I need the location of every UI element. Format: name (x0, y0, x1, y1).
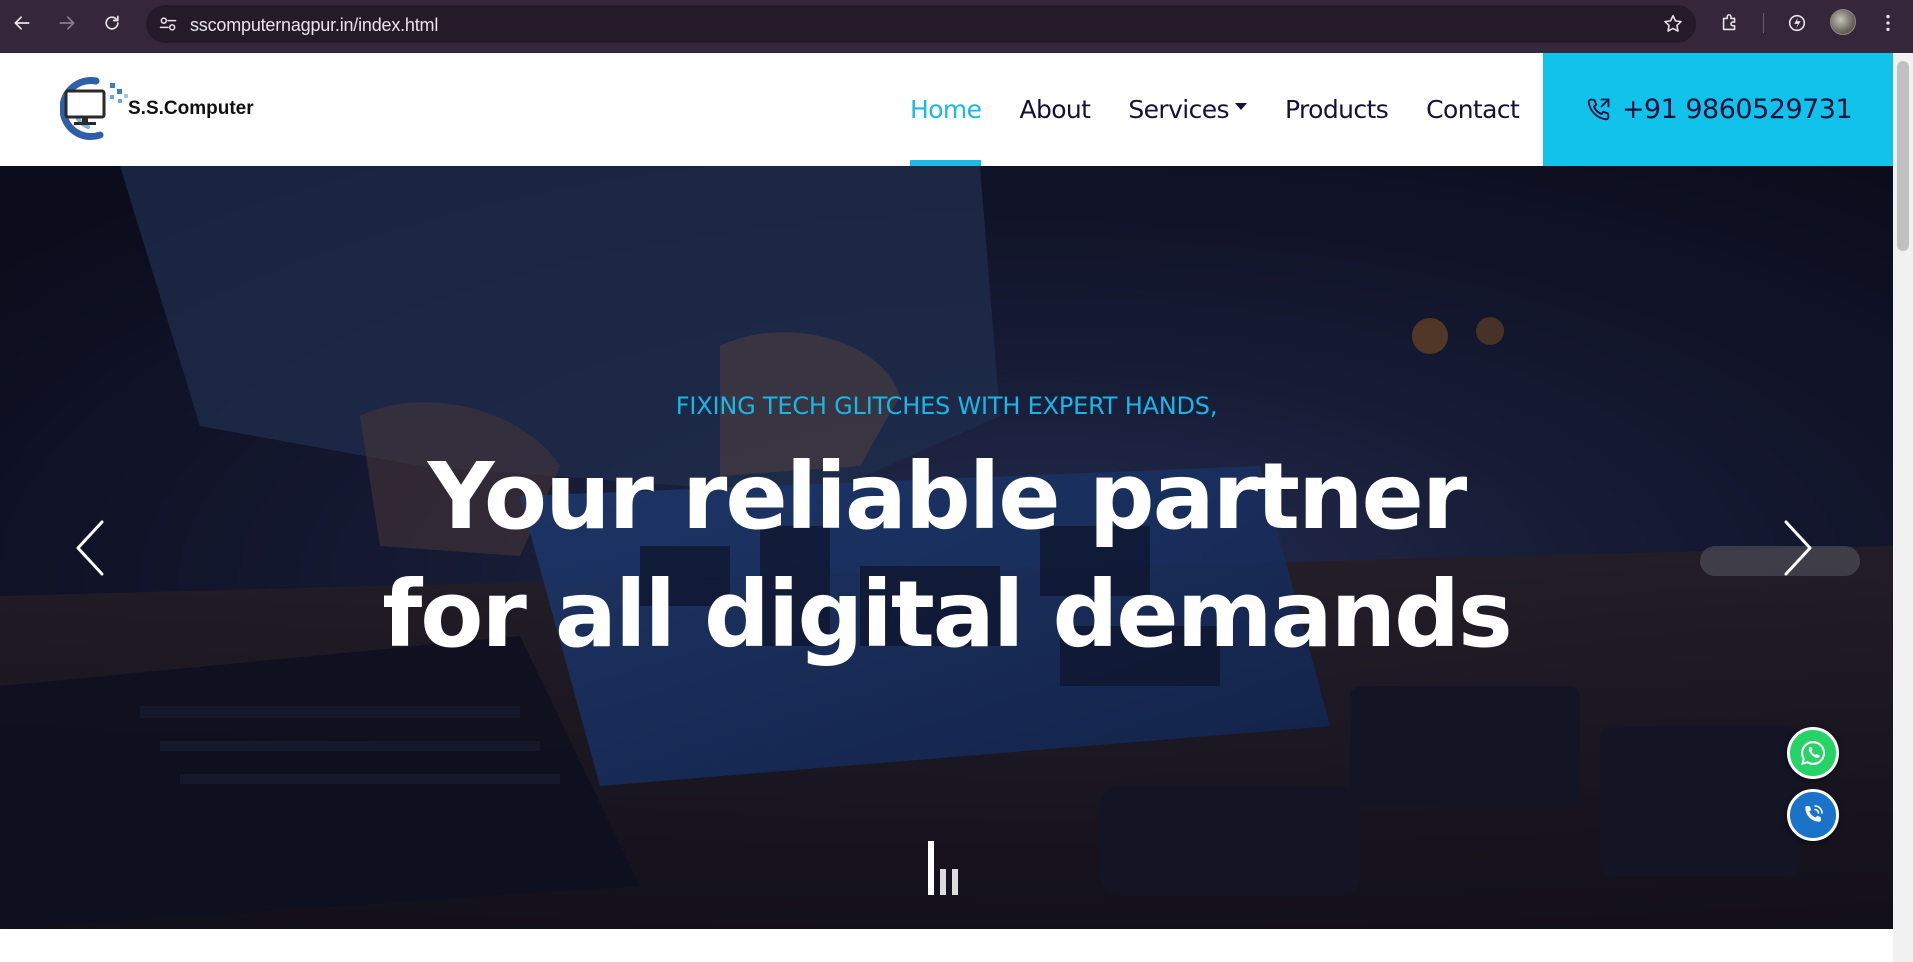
toolbar-divider (1763, 13, 1764, 33)
menu-kebab-icon[interactable] (1876, 11, 1900, 35)
scroll-indicator-icon (928, 841, 958, 895)
header-phone-number: +91 9860529731 (1621, 94, 1853, 125)
extensions-icon[interactable] (1718, 11, 1742, 35)
chevron-right-icon (1784, 520, 1812, 576)
site-header: S.S.Computer Home About Services Product… (0, 53, 1893, 166)
hero-headline-line2: for all digital demands (382, 561, 1513, 668)
nav-home[interactable]: Home (910, 53, 982, 166)
phone-icon (1805, 805, 1823, 822)
hero-headline: Your reliable partner for all digital de… (0, 438, 1893, 674)
header-phone-button[interactable]: +91 9860529731 (1543, 53, 1893, 166)
profile-avatar[interactable] (1830, 9, 1856, 35)
phone-call-icon (1587, 98, 1610, 120)
nav-products-label: Products (1284, 95, 1389, 124)
nav-about-label: About (1019, 95, 1091, 124)
nav-services-label: Services (1128, 95, 1229, 124)
page-scrollbar[interactable] (1893, 53, 1913, 962)
carousel-next-button[interactable] (1776, 516, 1820, 580)
chevron-left-icon (76, 520, 104, 576)
nav-products[interactable]: Products (1284, 53, 1389, 166)
chevron-down-icon (1234, 103, 1247, 110)
hero-headline-line1: Your reliable partner (427, 443, 1468, 550)
reload-icon[interactable] (98, 9, 126, 37)
browser-toolbar: sscomputernagpur.in/index.html (0, 0, 1913, 53)
bookmark-star-icon[interactable] (1662, 13, 1684, 35)
address-bar[interactable]: sscomputernagpur.in/index.html (146, 5, 1696, 43)
whatsapp-icon (1801, 740, 1826, 765)
nav-about[interactable]: About (1019, 53, 1091, 166)
logo-icon[interactable] (60, 75, 132, 141)
hero-kicker: FIXING TECH GLITCHES WITH EXPERT HANDS, (675, 392, 1218, 420)
whatsapp-button[interactable] (1787, 727, 1839, 779)
nav-services[interactable]: Services (1128, 53, 1247, 166)
hero-carousel: FIXING TECH GLITCHES WITH EXPERT HANDS, … (0, 166, 1893, 929)
site-settings-icon[interactable] (158, 14, 178, 34)
forward-icon[interactable] (53, 9, 81, 37)
carousel-prev-button[interactable] (68, 516, 112, 580)
back-icon[interactable] (8, 9, 36, 37)
nav-contact[interactable]: Contact (1426, 53, 1520, 166)
performance-icon[interactable] (1785, 11, 1809, 35)
main-navigation: Home About Services Products Contact (910, 53, 1557, 166)
logo-text[interactable]: S.S.Computer (128, 98, 254, 120)
next-section-start (0, 929, 1893, 962)
nav-home-label: Home (910, 95, 982, 124)
call-button[interactable] (1787, 789, 1839, 841)
scrollbar-thumb[interactable] (1897, 61, 1909, 251)
url-text[interactable]: sscomputernagpur.in/index.html (190, 15, 438, 36)
nav-contact-label: Contact (1426, 95, 1520, 124)
